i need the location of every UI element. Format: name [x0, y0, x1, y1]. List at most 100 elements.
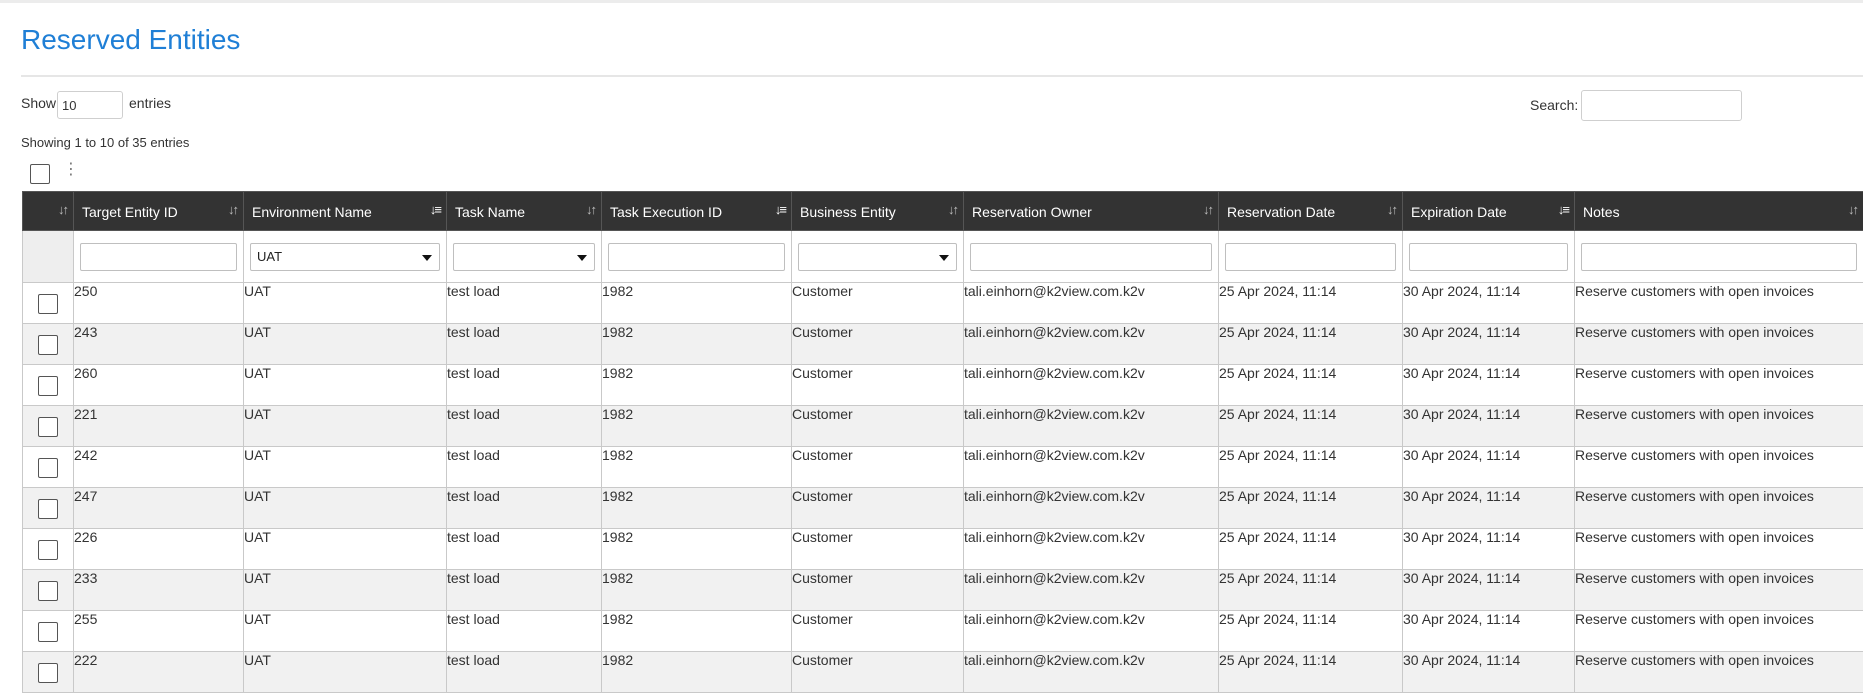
- row-select-cell: [22, 405, 74, 447]
- filter-select-value: UAT: [257, 248, 283, 264]
- cell-task-name: test load: [446, 405, 602, 447]
- cell-target-entity-id: 221: [73, 405, 244, 447]
- cell-task-name: test load: [446, 446, 602, 488]
- row-checkbox[interactable]: [38, 662, 58, 683]
- cell-environment-name: UAT: [243, 651, 447, 693]
- column-header-label: Task Execution ID: [610, 203, 723, 220]
- column-header-expiration-date[interactable]: Expiration Date ↓≡: [1402, 191, 1575, 231]
- filter-input-reservation-date[interactable]: [1225, 242, 1396, 271]
- cell-target-entity-id: 250: [73, 282, 244, 324]
- cell-reservation-date: 25 Apr 2024, 11:14: [1218, 405, 1403, 447]
- filter-select-task-name[interactable]: [453, 242, 595, 271]
- cell-reservation-owner: tali.einhorn@k2view.com.k2v: [963, 405, 1219, 447]
- cell-environment-name: UAT: [243, 569, 447, 611]
- filter-cell-expiration-date: [1402, 230, 1575, 283]
- cell-reservation-owner: tali.einhorn@k2view.com.k2v: [963, 651, 1219, 693]
- cell-task-execution-id: 1982: [601, 323, 792, 365]
- cell-task-execution-id: 1982: [601, 405, 792, 447]
- filter-select-environment-name[interactable]: UAT: [250, 242, 440, 271]
- sort-ascending-icon[interactable]: ↓≡: [430, 202, 442, 217]
- column-header-task-execution-id[interactable]: Task Execution ID ↓≡: [601, 191, 792, 231]
- sort-icon[interactable]: ↓↑: [1848, 202, 1859, 217]
- filter-input-expiration-date[interactable]: [1409, 242, 1568, 271]
- search-input[interactable]: [1581, 90, 1742, 121]
- column-header-notes[interactable]: Notes ↓↑: [1574, 191, 1863, 231]
- column-header-target-entity-id[interactable]: Target Entity ID ↓↑: [73, 191, 244, 231]
- table-row: 226 UAT test load 1982 Customer tali.einhorn@…: [22, 528, 1863, 570]
- cell-notes: Reserve customers with open invoices: [1574, 569, 1863, 611]
- cell-notes: Reserve customers with open invoices: [1574, 528, 1863, 570]
- row-checkbox[interactable]: [38, 539, 58, 560]
- header-select[interactable]: ↓↑: [22, 191, 74, 231]
- column-header-reservation-owner[interactable]: Reservation Owner ↓↑: [963, 191, 1219, 231]
- column-header-task-name[interactable]: Task Name ↓↑: [446, 191, 602, 231]
- cell-expiration-date: 30 Apr 2024, 11:14: [1402, 364, 1575, 406]
- cell-target-entity-id: 233: [73, 569, 244, 611]
- table-row: 221 UAT test load 1982 Customer tali.einhorn@…: [22, 405, 1863, 447]
- select-all-checkbox[interactable]: [30, 164, 50, 184]
- cell-reservation-owner: tali.einhorn@k2view.com.k2v: [963, 569, 1219, 611]
- filter-cell-notes: [1574, 230, 1863, 283]
- row-checkbox[interactable]: [38, 375, 58, 396]
- column-header-business-entity[interactable]: Business Entity ↓↑: [791, 191, 964, 231]
- column-header-label: Target Entity ID: [82, 203, 178, 220]
- filter-cell-environment-name: UAT: [243, 230, 447, 283]
- cell-task-execution-id: 1982: [601, 528, 792, 570]
- cell-task-name: test load: [446, 282, 602, 324]
- cell-target-entity-id: 243: [73, 323, 244, 365]
- cell-reservation-owner: tali.einhorn@k2view.com.k2v: [963, 610, 1219, 652]
- sort-icon[interactable]: ↓↑: [228, 202, 239, 217]
- row-select-cell: [22, 446, 74, 488]
- table-row: 233 UAT test load 1982 Customer tali.einhorn@…: [22, 569, 1863, 611]
- sort-icon[interactable]: ↓↑: [586, 202, 597, 217]
- header-row: ↓↑ Target Entity ID ↓↑ Environment Name ↓≡ T…: [22, 191, 1863, 231]
- chevron-down-icon: [422, 254, 432, 261]
- sort-icon[interactable]: ↓↑: [58, 202, 69, 217]
- cell-reservation-date: 25 Apr 2024, 11:14: [1218, 528, 1403, 570]
- table-info: Showing 1 to 10 of 35 entries: [21, 135, 190, 150]
- cell-business-entity: Customer: [791, 610, 964, 652]
- filter-input-notes[interactable]: [1581, 242, 1857, 271]
- row-checkbox[interactable]: [38, 621, 58, 642]
- cell-task-name: test load: [446, 364, 602, 406]
- filter-select-business-entity[interactable]: [798, 242, 957, 271]
- row-select-cell: [22, 364, 74, 406]
- sort-icon[interactable]: ↓↑: [948, 202, 959, 217]
- sort-icon[interactable]: ↓↑: [1203, 202, 1214, 217]
- cell-environment-name: UAT: [243, 364, 447, 406]
- cell-expiration-date: 30 Apr 2024, 11:14: [1402, 651, 1575, 693]
- row-checkbox[interactable]: [38, 457, 58, 478]
- cell-task-execution-id: 1982: [601, 446, 792, 488]
- row-select-cell: [22, 323, 74, 365]
- cell-expiration-date: 30 Apr 2024, 11:14: [1402, 446, 1575, 488]
- page-size-input[interactable]: [57, 91, 123, 119]
- cell-environment-name: UAT: [243, 282, 447, 324]
- cell-task-name: test load: [446, 528, 602, 570]
- sort-descending-icon[interactable]: ↓≡: [775, 202, 787, 217]
- row-checkbox[interactable]: [38, 293, 58, 314]
- row-checkbox[interactable]: [38, 416, 58, 437]
- filter-input-target-entity-id[interactable]: [80, 242, 237, 271]
- kebab-menu-icon[interactable]: ⋮: [63, 162, 79, 178]
- filter-input-reservation-owner[interactable]: [970, 242, 1212, 271]
- column-header-reservation-date[interactable]: Reservation Date ↓↑: [1218, 191, 1403, 231]
- cell-reservation-date: 25 Apr 2024, 11:14: [1218, 282, 1403, 324]
- filter-cell-task-execution-id: [601, 230, 792, 283]
- sort-descending-icon[interactable]: ↓≡: [1558, 202, 1570, 217]
- column-header-environment-name[interactable]: Environment Name ↓≡: [243, 191, 447, 231]
- cell-business-entity: Customer: [791, 487, 964, 529]
- page-title: Reserved Entities: [21, 24, 241, 55]
- title-divider: [21, 75, 1863, 77]
- cell-task-execution-id: 1982: [601, 282, 792, 324]
- filter-cell-business-entity: [791, 230, 964, 283]
- cell-task-execution-id: 1982: [601, 610, 792, 652]
- row-checkbox[interactable]: [38, 334, 58, 355]
- cell-business-entity: Customer: [791, 282, 964, 324]
- top-border: [0, 0, 1863, 3]
- cell-environment-name: UAT: [243, 487, 447, 529]
- cell-task-execution-id: 1982: [601, 364, 792, 406]
- row-checkbox[interactable]: [38, 498, 58, 519]
- sort-icon[interactable]: ↓↑: [1387, 202, 1398, 217]
- filter-input-task-execution-id[interactable]: [608, 242, 785, 271]
- row-checkbox[interactable]: [38, 580, 58, 601]
